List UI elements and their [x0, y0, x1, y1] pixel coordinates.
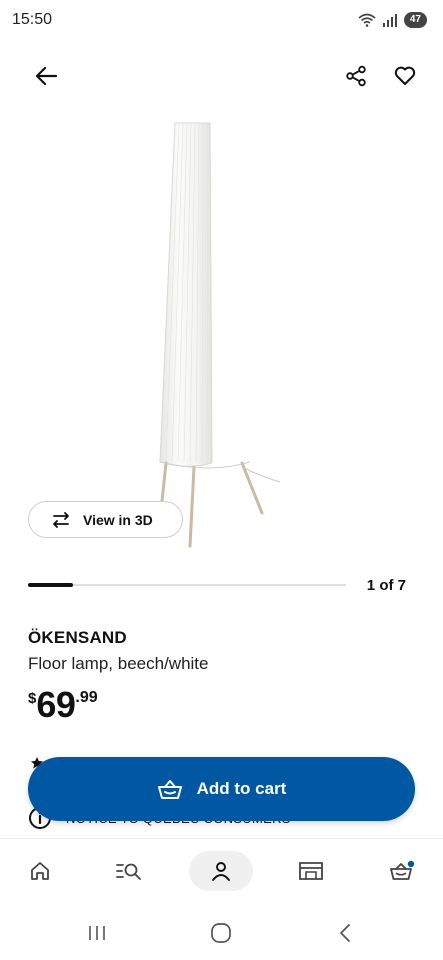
cart-badge-dot: [407, 860, 415, 868]
nav-profile[interactable]: [189, 851, 253, 891]
gallery-current: 1: [366, 577, 376, 594]
search-list-icon: [116, 863, 141, 880]
nav-cart[interactable]: [370, 851, 434, 891]
gallery-progress-fill: [28, 583, 73, 587]
store-icon: [299, 862, 323, 880]
product-price: $ 69 .99: [28, 686, 98, 724]
share-icon: [346, 65, 366, 87]
gallery-of: of: [379, 577, 394, 594]
share-button[interactable]: [334, 54, 378, 98]
view-in-3d-button[interactable]: View in 3D: [28, 501, 183, 538]
system-navigation: [0, 906, 443, 960]
price-cents: .99: [75, 689, 98, 706]
status-time: 15:50: [12, 11, 53, 28]
gallery-counter: 1 of 7: [367, 577, 406, 594]
price-currency: $: [28, 690, 37, 707]
back-system-button[interactable]: [325, 918, 365, 948]
home-system-button[interactable]: [201, 918, 241, 948]
nav-store[interactable]: [279, 851, 343, 891]
add-to-cart-button[interactable]: Add to cart: [28, 757, 415, 821]
profile-icon: [212, 862, 230, 881]
heart-icon: [394, 66, 416, 85]
product-name: ÖKENSAND: [28, 628, 127, 647]
basket-icon: [157, 780, 182, 799]
bottom-navigation: [0, 838, 443, 906]
status-icons: 47: [358, 12, 427, 28]
home-icon: [31, 862, 49, 880]
cart-icon: [390, 860, 415, 880]
signal-icon: [382, 13, 397, 27]
nav-home[interactable]: [8, 851, 72, 891]
view-in-3d-label: View in 3D: [83, 511, 153, 528]
favorite-button[interactable]: [383, 54, 427, 98]
product-image[interactable]: [150, 118, 290, 550]
add-to-cart-label: Add to cart: [196, 779, 287, 798]
back-button[interactable]: [24, 54, 68, 98]
status-bar: 15:50 47: [0, 0, 443, 42]
recent-apps-button[interactable]: [77, 918, 117, 948]
price-main: 69: [36, 684, 76, 725]
chevron-left-icon: [340, 924, 350, 942]
home-circle-icon: [211, 923, 231, 943]
gallery-total: 7: [397, 577, 406, 594]
nav-search[interactable]: [97, 851, 161, 891]
gallery-progress: [28, 583, 346, 587]
rotate-3d-icon: [53, 511, 69, 528]
arrow-left-icon: [35, 66, 57, 86]
battery-indicator: 47: [403, 12, 427, 28]
wifi-icon: [358, 13, 376, 27]
product-description: Floor lamp, beech/white: [28, 654, 209, 673]
recent-apps-icon: [89, 926, 105, 940]
